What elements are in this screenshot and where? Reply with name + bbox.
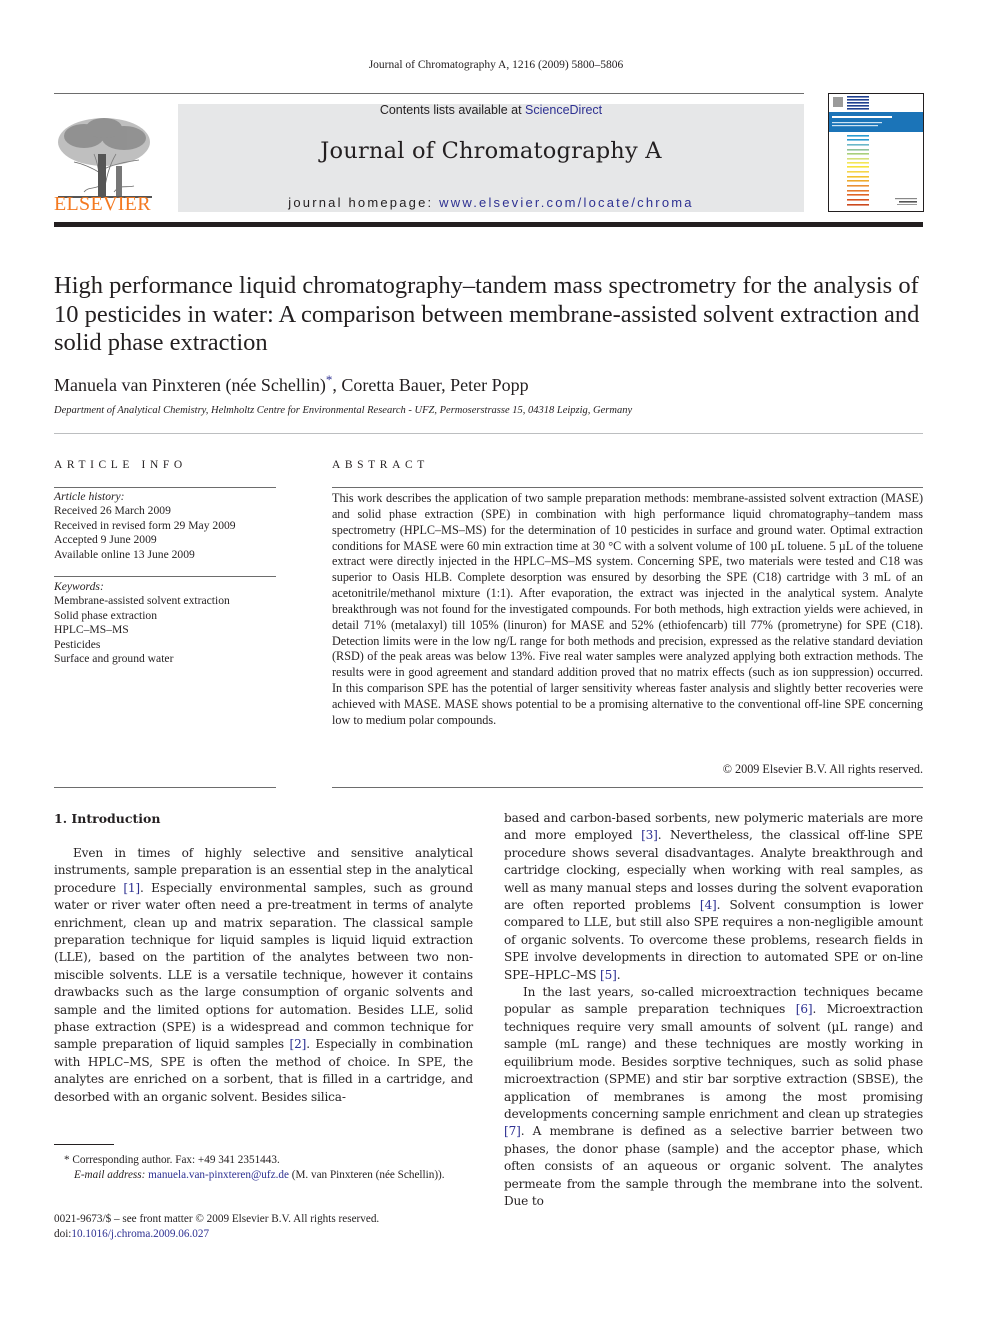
article-info-bottom-rule <box>54 787 276 788</box>
footnote-rule <box>54 1144 114 1145</box>
keyword-item: Pesticides <box>54 637 101 651</box>
text-run: . A membrane is defined as a selective b… <box>504 1124 923 1208</box>
section-heading-introduction: 1. Introduction <box>54 811 161 826</box>
homepage-link[interactable]: www.elsevier.com/locate/chroma <box>439 195 694 210</box>
article-info-heading: ARTICLE INFO <box>54 459 187 471</box>
citation-link[interactable]: [4] <box>700 898 717 912</box>
citation-link[interactable]: [5] <box>600 968 617 982</box>
footnote-corresponding: * Corresponding author. Fax: +49 341 235… <box>64 1154 280 1166</box>
article-history-label: Article history: <box>54 490 125 503</box>
doi-label: doi: <box>54 1228 72 1240</box>
article-history: Article history: Received 26 March 2009 … <box>54 490 276 562</box>
doi-line: doi:10.1016/j.chroma.2009.06.027 <box>54 1227 474 1242</box>
keyword-item: Membrane-assisted solvent extraction <box>54 594 230 608</box>
body-column-left: Even in times of highly selective and se… <box>54 845 473 1106</box>
keywords-rule <box>54 576 276 577</box>
keywords: Keywords: Membrane-assisted solvent extr… <box>54 580 276 666</box>
history-online: Available online 13 June 2009 <box>54 547 195 561</box>
citation-link[interactable]: [2] <box>290 1037 307 1051</box>
keyword-item: Solid phase extraction <box>54 608 158 622</box>
abstract-bottom-rule <box>332 787 923 788</box>
abstract-rule <box>332 487 923 488</box>
keywords-label: Keywords: <box>54 580 104 593</box>
email-suffix: (M. van Pinxteren (née Schellin)). <box>288 1169 445 1181</box>
article-title: High performance liquid chromatography–t… <box>54 272 920 356</box>
author-list: Manuela van Pinxteren (née Schellin)*, C… <box>54 372 934 396</box>
author-primary: Manuela van Pinxteren (née Schellin) <box>54 375 326 395</box>
history-revised: Received in revised form 29 May 2009 <box>54 518 236 532</box>
abstract-copyright: © 2009 Elsevier B.V. All rights reserved… <box>722 762 923 776</box>
history-received: Received 26 March 2009 <box>54 504 171 518</box>
affiliation-rule <box>54 433 923 434</box>
contents-prefix: Contents lists available at <box>379 103 526 117</box>
keyword-item: HPLC–MS–MS <box>54 623 129 637</box>
intro-paragraph-1-continued: based and carbon-based sorbents, new pol… <box>504 810 923 984</box>
sciencedirect-link[interactable]: ScienceDirect <box>525 103 602 117</box>
intro-paragraph-2: In the last years, so-called microextrac… <box>504 984 923 1210</box>
journal-title: Journal of Chromatography A <box>320 138 662 164</box>
citation-link[interactable]: [6] <box>796 1002 813 1016</box>
citation-link[interactable]: [3] <box>641 828 658 842</box>
abstract-heading: ABSTRACT <box>332 459 429 471</box>
history-accepted: Accepted 9 June 2009 <box>54 533 157 547</box>
journal-cover-icon <box>829 96 923 206</box>
masthead-thick-rule <box>54 222 923 227</box>
keyword-item: Surface and ground water <box>54 652 174 666</box>
journal-cover-thumbnail <box>828 93 924 212</box>
email-link[interactable]: manuela.van-pinxteren@ufz.de <box>148 1169 289 1181</box>
contents-availability: Contents lists available at ScienceDirec… <box>178 103 804 117</box>
journal-homepage: journal homepage: www.elsevier.com/locat… <box>178 195 804 210</box>
email-label: E-mail address: <box>74 1169 149 1181</box>
citation-link[interactable]: [1] <box>123 881 140 895</box>
running-header: Journal of Chromatography A, 1216 (2009)… <box>368 59 624 71</box>
header-rule <box>54 93 804 94</box>
front-matter-line: 0021-9673/$ – see front matter © 2009 El… <box>54 1213 380 1225</box>
doi-link[interactable]: 10.1016/j.chroma.2009.06.027 <box>71 1228 209 1240</box>
text-run: . <box>616 967 621 982</box>
intro-paragraph-1: Even in times of highly selective and se… <box>54 845 473 1106</box>
footnote-email: E-mail address: manuela.van-pinxteren@uf… <box>54 1168 474 1183</box>
authors-other: , Coretta Bauer, Peter Popp <box>332 375 529 395</box>
text-run: . Especially environmental samples, such… <box>54 880 473 1052</box>
article-info-rule <box>54 487 276 488</box>
elsevier-wordmark: ELSEVIER <box>54 193 151 215</box>
homepage-prefix: journal homepage: <box>288 195 440 210</box>
abstract-text: This work describes the application of t… <box>332 491 923 727</box>
text-run: . Microextraction techniques require ver… <box>504 1002 924 1121</box>
affiliation: Department of Analytical Chemistry, Helm… <box>54 405 633 416</box>
citation-link[interactable]: [7] <box>504 1124 521 1138</box>
body-column-right: based and carbon-based sorbents, new pol… <box>504 810 923 1210</box>
